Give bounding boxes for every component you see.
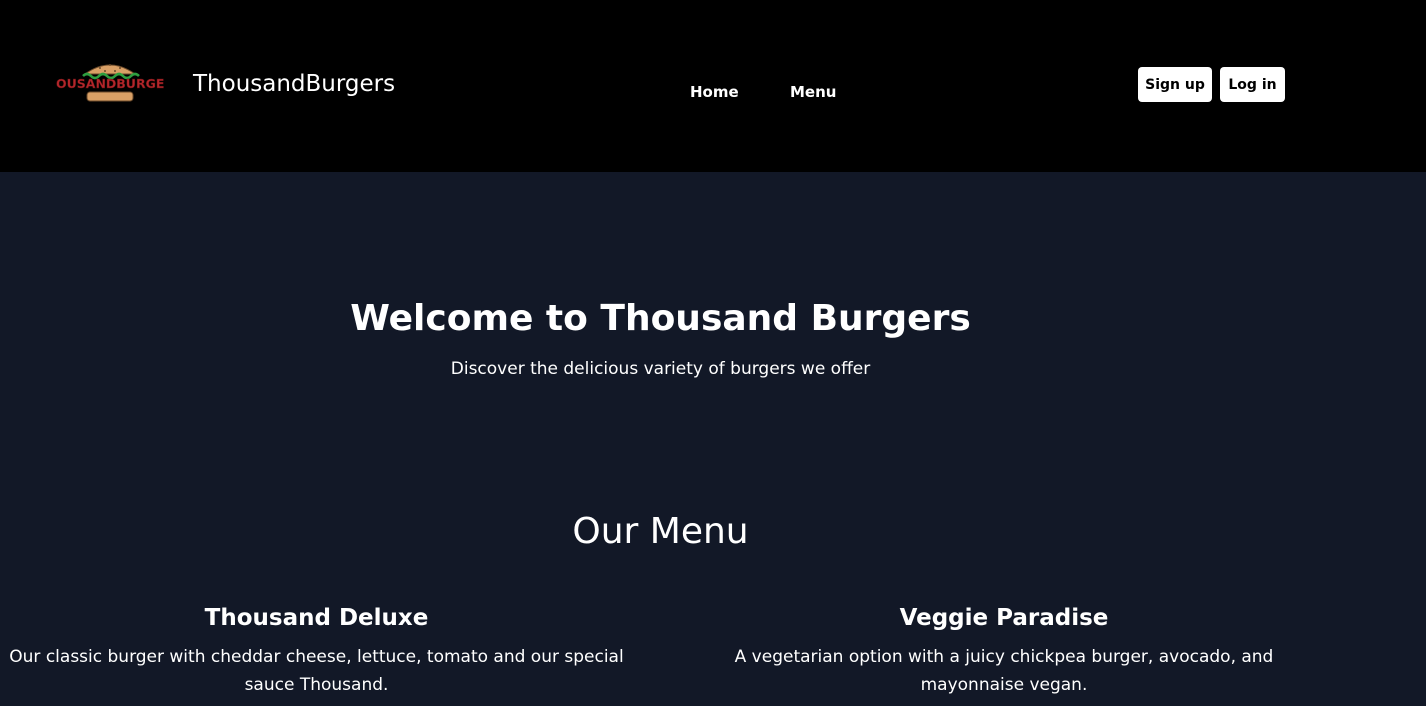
- nav-home-link[interactable]: Home: [690, 83, 739, 101]
- nav-menu-link[interactable]: Menu: [790, 83, 836, 101]
- menu-item-name: Veggie Paradise: [899, 605, 1109, 631]
- site-header: THOUSANDBURGERS ThousandBurgers Home Men…: [0, 0, 1426, 172]
- logo-wordmark: THOUSANDBURGERS: [55, 76, 165, 91]
- burger-logo[interactable]: THOUSANDBURGERS: [37, 58, 183, 104]
- menu-item-name: Thousand Deluxe: [204, 605, 429, 631]
- menu-item-description: Our classic burger with cheddar cheese, …: [9, 647, 624, 695]
- hero-title: Welcome to Thousand Burgers: [350, 298, 971, 339]
- menu-item-description: A vegetarian option with a juicy chickpe…: [734, 647, 1274, 695]
- burger-logo-icon: THOUSANDBURGERS: [37, 64, 183, 102]
- menu-section-title: Our Menu: [572, 511, 749, 552]
- menu-item-card: Thousand Deluxe Our classic burger with …: [5, 603, 628, 699]
- login-button[interactable]: Log in: [1220, 67, 1285, 102]
- hero-subtitle: Discover the delicious variety of burger…: [450, 359, 871, 379]
- signup-button[interactable]: Sign up: [1138, 67, 1212, 102]
- menu-item-card: Veggie Paradise A vegetarian option with…: [700, 603, 1308, 699]
- brand-name[interactable]: ThousandBurgers: [193, 71, 395, 97]
